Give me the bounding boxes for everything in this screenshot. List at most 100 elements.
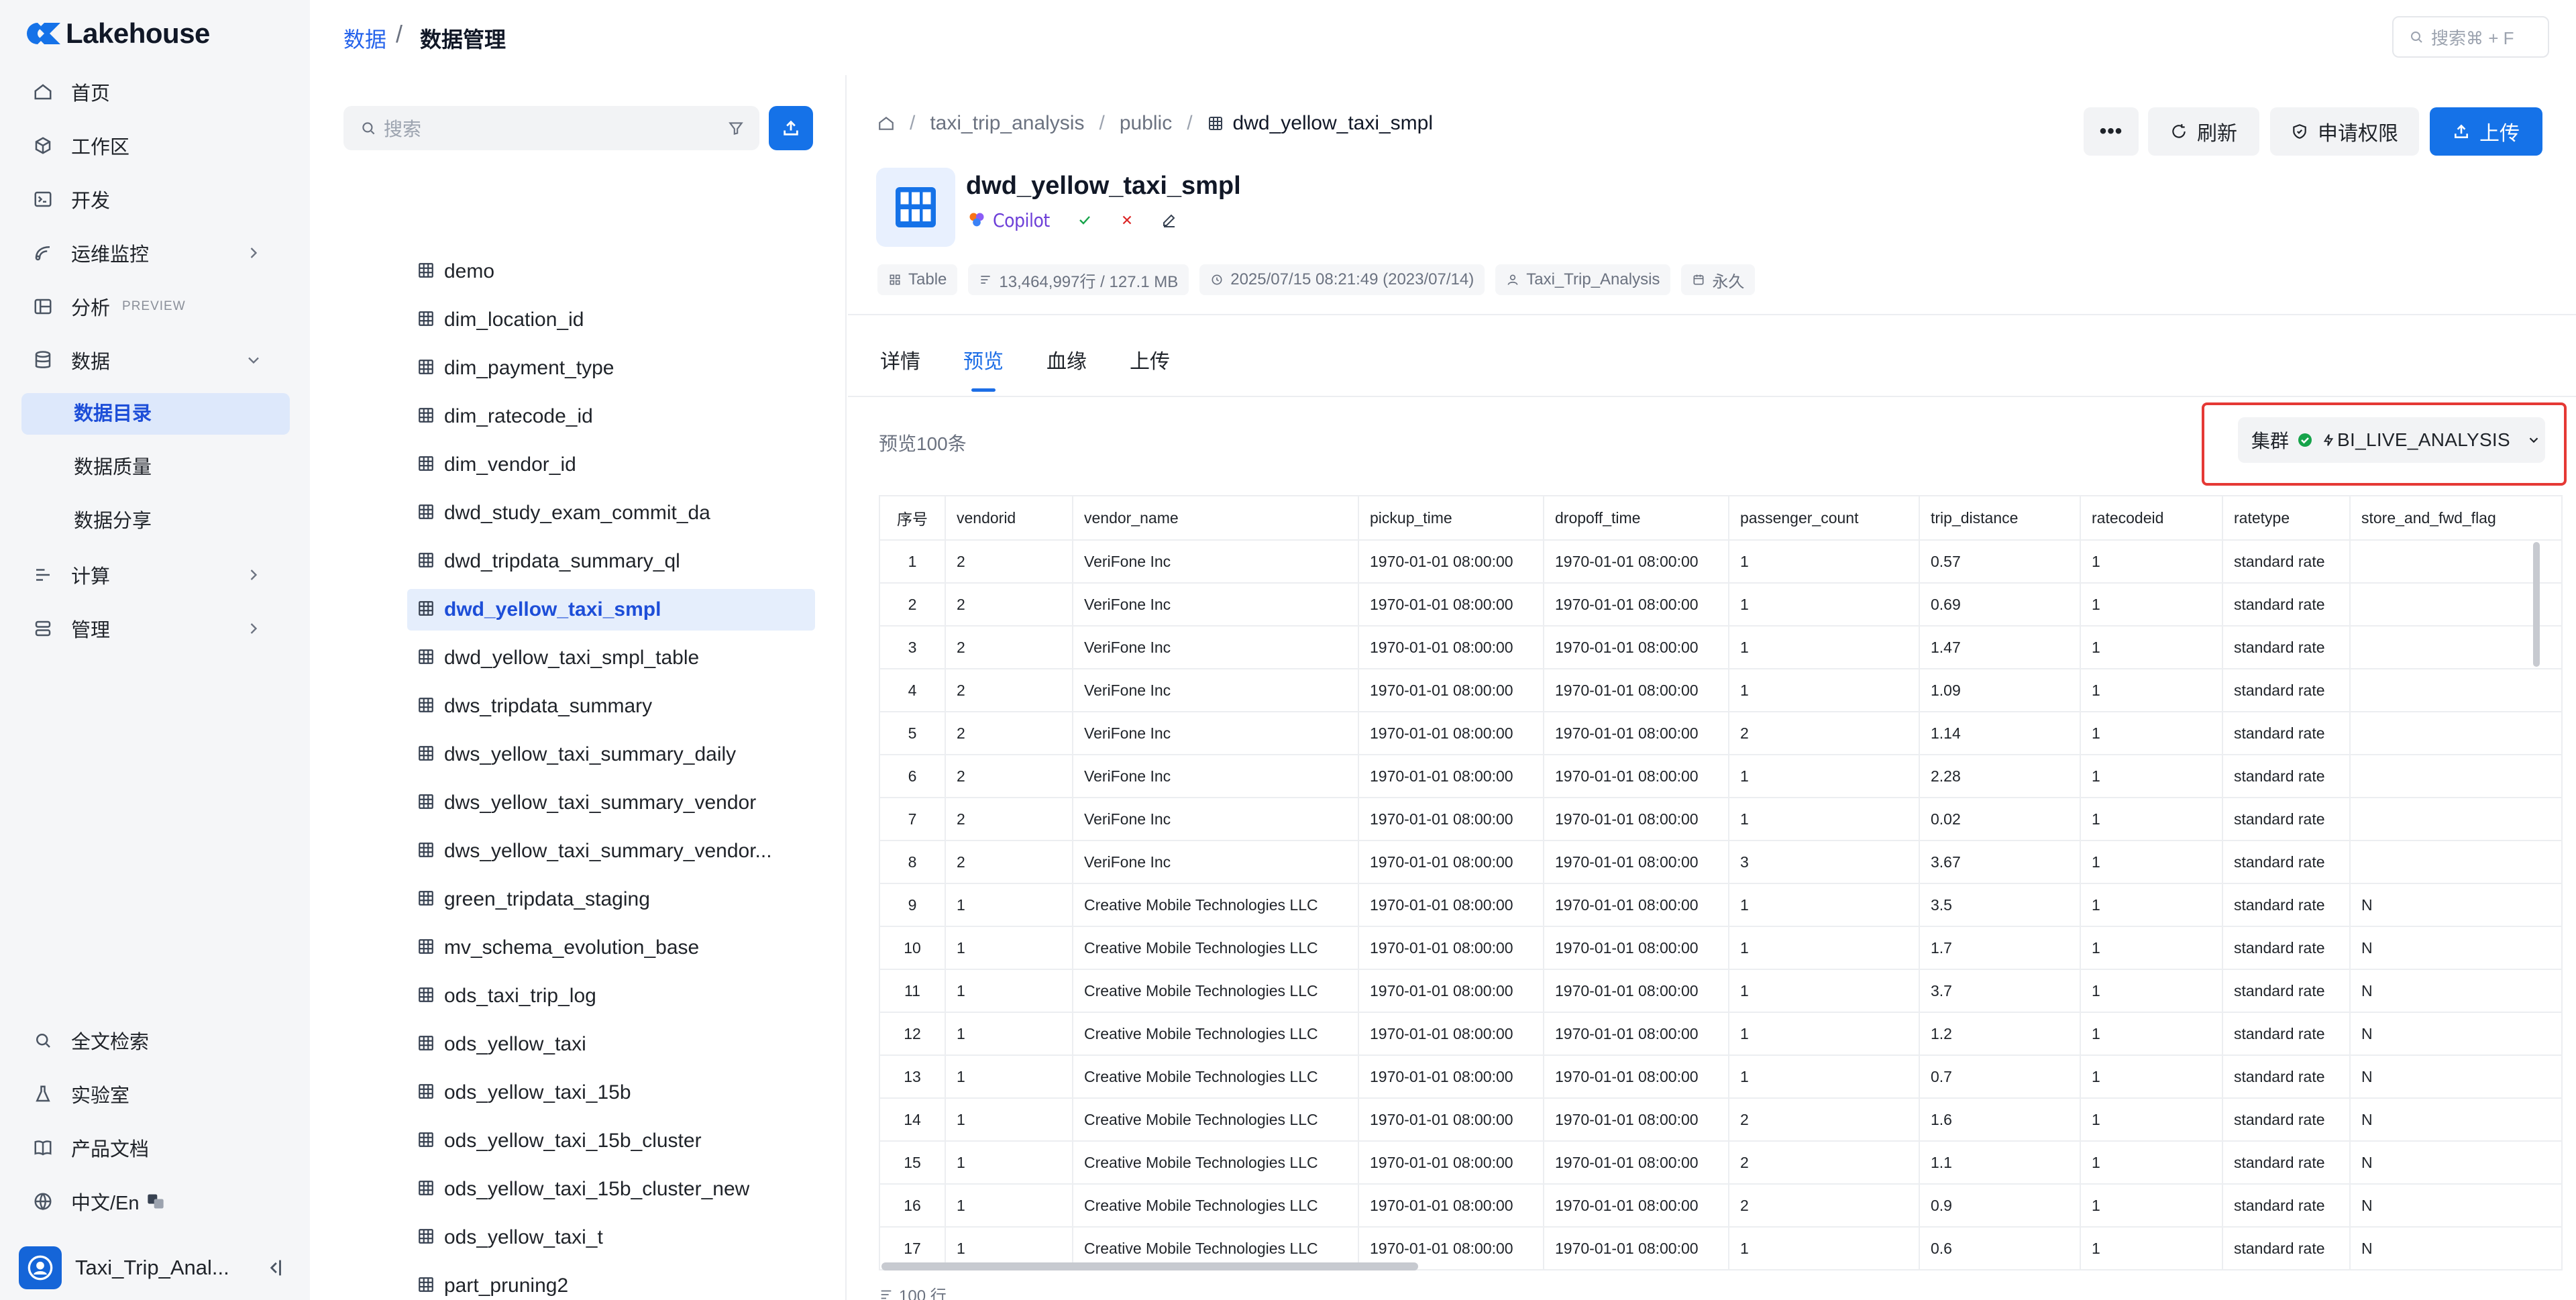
horizontal-scrollbar[interactable] [881,1262,1418,1270]
nav-label: 首页 [71,83,111,105]
nav-home[interactable]: 首页 [21,71,290,113]
nav-data-quality[interactable]: 数据质量 [21,447,290,488]
nav-compute[interactable]: 计算 [21,554,290,596]
column-header[interactable]: passenger_count [1728,495,1920,541]
table-cell: 1 [2080,1097,2223,1142]
tree-item[interactable]: green_tripdata_staging [407,879,815,920]
cluster-select[interactable]: 集群 BI_LIVE_ANALYSIS [2238,417,2545,463]
tree-item[interactable]: dim_location_id [407,299,815,341]
nav-data-catalog[interactable]: 数据目录 [21,393,290,435]
table-cell: 2 [1728,1140,1920,1185]
tree-item[interactable]: ods_yellow_taxi [407,1024,815,1065]
tab-upload[interactable]: 上传 [1130,342,1170,396]
home-icon[interactable] [877,115,895,132]
refresh-button[interactable]: 刷新 [2148,107,2259,156]
filter-icon[interactable] [727,119,745,137]
tree-item[interactable]: dwd_yellow_taxi_smpl [407,589,815,631]
nav-data[interactable]: 数据 [21,339,290,381]
nav-develop[interactable]: 开发 [21,178,290,220]
tree-item[interactable]: ods_taxi_trip_log [407,975,815,1017]
nav-ops-monitor[interactable]: 运维监控 [21,232,290,274]
content-tabs: 详情 预览 血缘 上传 [880,342,1170,396]
column-header[interactable]: trip_distance [1919,495,2081,541]
path-schema-workspace[interactable]: taxi_trip_analysis [930,112,1084,135]
nav-docs[interactable]: 产品文档 [21,1127,290,1169]
more-actions-button[interactable]: ••• [2084,107,2139,156]
meta-owner: Taxi_Trip_Analysis [1495,264,1671,295]
table-row[interactable]: 1 2 VeriFone Inc 1970-01-01 08:00:00 1970-01… [879,539,2563,584]
table-cell: Creative Mobile Technologies LLC [1072,926,1359,970]
tree-item[interactable]: ods_yellow_taxi_15b [407,1072,815,1114]
table-row[interactable]: 10 1 Creative Mobile Technologies LLC 1970-… [879,926,2563,970]
column-header[interactable]: store_and_fwd_flag [2349,495,2563,541]
collapse-sidebar-icon[interactable] [263,1256,286,1279]
nav-data-share[interactable]: 数据分享 [21,500,290,542]
vertical-scrollbar[interactable] [2533,542,2540,667]
table-cell: 1970-01-01 08:00:00 [1358,1097,1544,1142]
confirm-icon[interactable] [1077,212,1093,228]
column-header[interactable]: 序号 [879,495,946,541]
tree-item[interactable]: dim_ratecode_id [407,396,815,437]
nav-analysis[interactable]: 分析 PREVIEW [21,286,290,327]
table-row[interactable]: 5 2 VeriFone Inc 1970-01-01 08:00:00 1970-01… [879,711,2563,755]
table-row[interactable]: 4 2 VeriFone Inc 1970-01-01 08:00:00 1970-01… [879,668,2563,712]
upload-button[interactable]: 上传 [2430,107,2542,156]
table-row[interactable]: 15 1 Creative Mobile Technologies LLC 1970-… [879,1140,2563,1185]
tree-upload-button[interactable] [769,106,813,150]
column-header[interactable]: ratetype [2222,495,2351,541]
table-row[interactable]: 8 2 VeriFone Inc 1970-01-01 08:00:00 1970-01… [879,840,2563,884]
column-header[interactable]: vendorid [945,495,1073,541]
app-logo[interactable]: Lakehouse [24,17,210,50]
nav-lab[interactable]: 实验室 [21,1073,290,1115]
table-cell: standard rate [2222,711,2351,755]
nav-fulltext-search[interactable]: 全文检索 [21,1020,290,1061]
tab-details[interactable]: 详情 [880,342,920,396]
table-row[interactable]: 16 1 Creative Mobile Technologies LLC 1970-… [879,1183,2563,1228]
table-row[interactable]: 3 2 VeriFone Inc 1970-01-01 08:00:00 1970-01… [879,625,2563,669]
tree-item[interactable]: dws_yellow_taxi_summary_daily [407,734,815,775]
table-row[interactable]: 7 2 VeriFone Inc 1970-01-01 08:00:00 1970-01… [879,797,2563,841]
tree-item[interactable]: dws_tripdata_summary [407,686,815,727]
tree-search-input[interactable]: 搜索 [343,106,759,150]
table-row[interactable]: 13 1 Creative Mobile Technologies LLC 1970-… [879,1054,2563,1099]
tree-item[interactable]: dim_vendor_id [407,444,815,486]
path-schema[interactable]: public [1120,112,1172,135]
close-icon[interactable] [1120,213,1134,227]
table-cell: standard rate [2222,582,2351,627]
nav-workspace[interactable]: 工作区 [21,125,290,166]
tree-item[interactable]: ods_yellow_taxi_15b_cluster [407,1120,815,1162]
column-header[interactable]: ratecodeid [2080,495,2223,541]
table-row[interactable]: 12 1 Creative Mobile Technologies LLC 1970-… [879,1012,2563,1056]
table-row[interactable]: 2 2 VeriFone Inc 1970-01-01 08:00:00 1970-01… [879,582,2563,627]
tab-preview[interactable]: 预览 [963,342,1004,396]
tree-item[interactable]: dwd_tripdata_summary_ql [407,541,815,582]
tree-item[interactable]: part_pruning2 [407,1265,815,1300]
nav-language[interactable]: 中文/En [21,1181,290,1222]
tree-item[interactable]: ods_yellow_taxi_15b_cluster_new [407,1169,815,1210]
tree-item[interactable]: ods_yellow_taxi_t [407,1217,815,1258]
table-row[interactable]: 9 1 Creative Mobile Technologies LLC 1970-0… [879,883,2563,927]
tab-lineage[interactable]: 血缘 [1046,342,1087,396]
user-card[interactable]: Taxi_Trip_Anal... [19,1246,294,1289]
table-grid-icon [417,793,437,813]
table-row[interactable]: 6 2 VeriFone Inc 1970-01-01 08:00:00 1970-01… [879,754,2563,798]
tree-item[interactable]: mv_schema_evolution_base [407,927,815,969]
tree-item[interactable]: demo [407,251,815,292]
column-header[interactable]: vendor_name [1072,495,1359,541]
tree-item[interactable]: dws_yellow_taxi_summary_vendor... [407,830,815,872]
tree-item[interactable]: dwd_yellow_taxi_smpl_table [407,637,815,679]
edit-icon[interactable] [1161,212,1177,228]
breadcrumb-data[interactable]: 数据 [343,23,386,54]
column-header[interactable]: dropoff_time [1543,495,1729,541]
request-permission-button[interactable]: 申请权限 [2270,107,2419,156]
table-row[interactable]: 11 1 Creative Mobile Technologies LLC 1970-… [879,969,2563,1013]
tree-item[interactable]: dws_yellow_taxi_summary_vendor [407,782,815,824]
nav-manage[interactable]: 管理 [21,608,290,649]
column-header[interactable]: pickup_time [1358,495,1544,541]
table-row[interactable]: 14 1 Creative Mobile Technologies LLC 1970-… [879,1097,2563,1142]
global-search-input[interactable]: 搜索⌘ + F [2392,16,2549,58]
table-cell: 1.7 [1919,926,2081,970]
copilot-label[interactable]: Copilot [993,209,1050,231]
tree-item[interactable]: dim_payment_type [407,347,815,389]
tree-item[interactable]: dwd_study_exam_commit_da [407,492,815,534]
